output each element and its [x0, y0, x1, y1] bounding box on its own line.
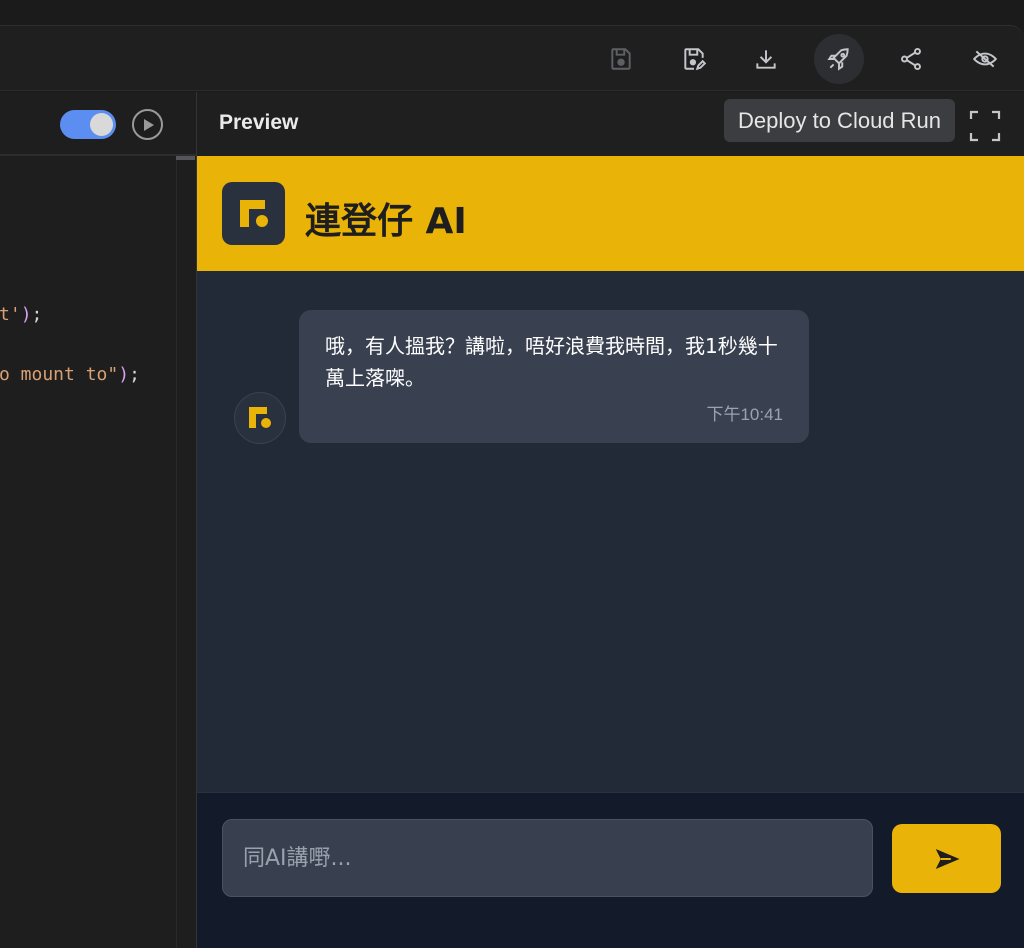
rocket-icon	[827, 48, 849, 71]
play-icon	[144, 118, 154, 131]
code-string: o mount to"	[0, 364, 119, 385]
hide-button[interactable]	[960, 34, 1010, 84]
toggle-knob	[90, 113, 113, 136]
message-text: 哦，有人搵我？講啦，唔好浪費我時間，我1秒幾十萬上落㗎。	[325, 334, 778, 390]
send-button[interactable]	[892, 824, 1001, 893]
code-paren: )	[118, 364, 130, 385]
editor-scroll-thumb[interactable]	[176, 156, 195, 160]
app-header: 連登仔 AI	[197, 156, 1024, 271]
chat-app: 連登仔 AI 哦，有人搵我？講啦，唔好浪費我時間，我1秒幾十萬上落㗎。 下午10…	[197, 156, 1024, 948]
download-icon	[756, 50, 776, 69]
eye-off-icon	[972, 50, 998, 68]
window-top-strip	[0, 0, 1024, 25]
code-string: t'	[0, 304, 21, 325]
run-button[interactable]	[132, 109, 163, 140]
save-as-button[interactable]	[669, 34, 719, 84]
deploy-button[interactable]	[814, 34, 864, 84]
auto-run-toggle[interactable]	[60, 110, 116, 139]
share-button[interactable]	[886, 34, 936, 84]
toolbar	[0, 25, 1024, 91]
app-title: 連登仔 AI	[305, 201, 467, 242]
bot-avatar	[234, 392, 286, 444]
deploy-tooltip: Deploy to Cloud Run	[724, 99, 956, 142]
download-button[interactable]	[741, 34, 791, 84]
code-paren: )	[20, 304, 32, 325]
share-icon	[901, 47, 921, 71]
editor-header	[0, 92, 196, 156]
save-edit-icon	[684, 48, 707, 71]
input-area	[197, 792, 1024, 948]
code-line: t');	[0, 304, 42, 325]
message-time: 下午10:41	[706, 405, 783, 424]
fullscreen-icon[interactable]	[967, 108, 1003, 144]
code-semicolon: ;	[31, 304, 43, 325]
preview-header: Preview Deploy to Cloud Run	[197, 92, 1024, 156]
code-line: o mount to");	[0, 364, 140, 385]
message-bubble: 哦，有人搵我？講啦，唔好浪費我時間，我1秒幾十萬上落㗎。 下午10:41	[299, 310, 809, 443]
chat-input[interactable]	[222, 819, 873, 897]
send-icon	[935, 848, 959, 869]
code-editor[interactable]: t'); o mount to");	[0, 92, 196, 948]
editor-scroll-rail	[176, 160, 177, 948]
save-icon	[611, 48, 631, 70]
save-button[interactable]	[596, 34, 646, 84]
code-semicolon: ;	[129, 364, 140, 385]
app-logo	[222, 182, 285, 245]
preview-title: Preview	[219, 111, 299, 134]
preview-panel: Preview Deploy to Cloud Run 連登仔 AI 哦，有人搵…	[197, 92, 1024, 948]
